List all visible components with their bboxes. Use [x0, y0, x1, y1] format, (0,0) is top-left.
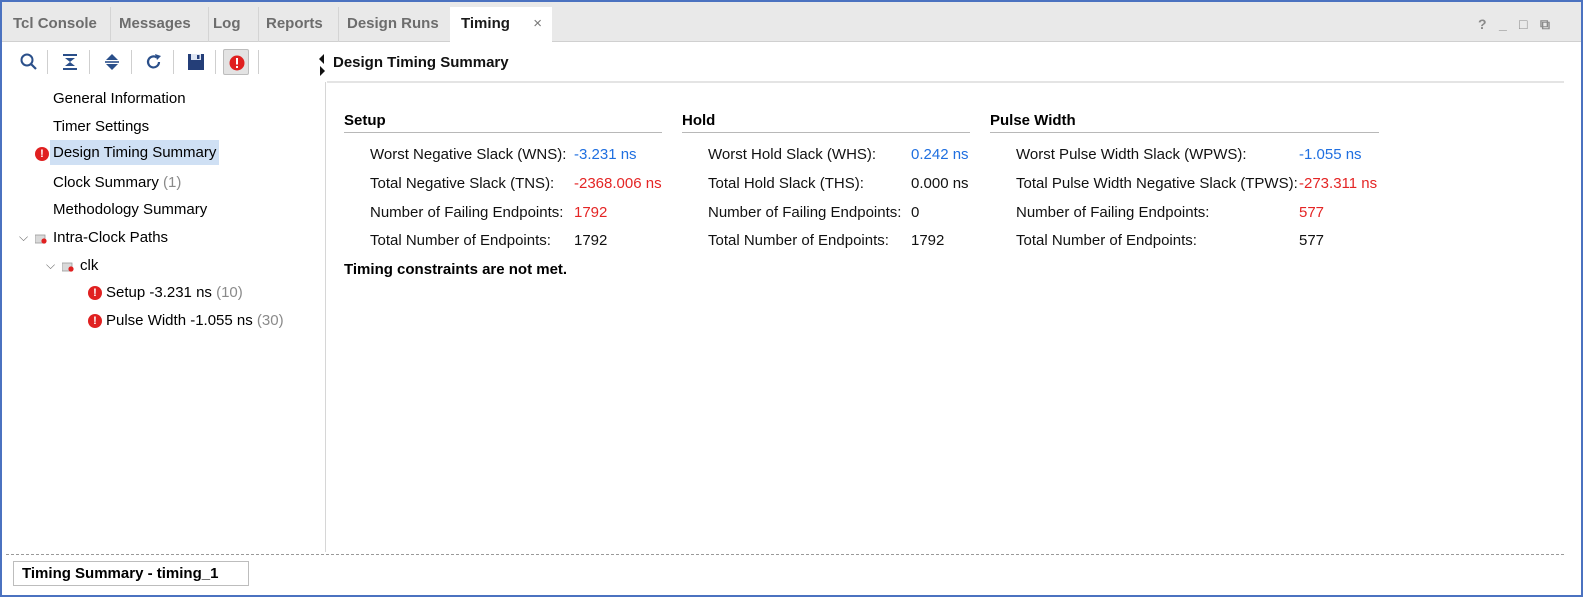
tab-log[interactable]: Log	[202, 7, 259, 42]
setup-total-endpoints-label: Total Number of Endpoints:	[370, 232, 551, 249]
tree-item-label: clk	[80, 257, 99, 274]
tab-label: Tcl Console	[13, 15, 97, 32]
tab-design-runs[interactable]: Design Runs	[336, 7, 452, 42]
divider	[327, 81, 1564, 83]
timing-status-message: Timing constraints are not met.	[344, 261, 568, 278]
tree-item-label: Clock Summary	[53, 174, 159, 191]
tab-label: Reports	[266, 15, 323, 32]
expand-all-icon[interactable]	[99, 49, 125, 75]
pulse-tpws-value: -273.311 ns	[1299, 175, 1378, 192]
setup-wns-value: -3.231 ns	[574, 146, 637, 163]
divider	[682, 132, 970, 133]
tree-item-count: (10)	[216, 284, 243, 301]
chevron-down-icon[interactable]: ⌵	[46, 258, 55, 273]
tab-label: Messages	[119, 15, 191, 32]
maximize-icon[interactable]: □	[1519, 16, 1527, 32]
tree-item-clk[interactable]: clk	[80, 253, 98, 278]
error-icon: !	[35, 147, 49, 161]
pulse-wpws-value: -1.055 ns	[1299, 146, 1362, 163]
tab-label: Timing	[461, 15, 510, 32]
chevron-down-icon[interactable]: ⌵	[19, 230, 28, 245]
tree-item-label: Intra-Clock Paths	[53, 229, 169, 246]
tab-reports[interactable]: Reports	[255, 7, 339, 42]
report-tree: General Information Timer Settings ! Des…	[6, 82, 326, 552]
hold-total-endpoints-value: 1792	[911, 232, 945, 249]
minimize-icon[interactable]: _	[1499, 16, 1507, 32]
pulse-wpws-label: Worst Pulse Width Slack (WPWS):	[1016, 146, 1247, 163]
hold-section-title: Hold	[682, 112, 716, 129]
divider	[6, 554, 1564, 555]
hold-failing-endpoints-value: 0	[911, 204, 920, 221]
help-icon[interactable]: ?	[1478, 16, 1487, 32]
tree-item-label: Setup -3.231 ns	[106, 284, 212, 301]
panel-divider-arrows-icon[interactable]	[318, 52, 326, 78]
tab-tcl-console[interactable]: Tcl Console	[2, 7, 111, 42]
setup-total-endpoints-value: 1792	[574, 232, 608, 249]
timing-window: Tcl Console Messages Log Reports Design …	[0, 0, 1583, 597]
hold-failing-endpoints-label: Number of Failing Endpoints:	[708, 204, 902, 221]
tree-item-clock-summary[interactable]: Clock Summary (1)	[53, 170, 181, 195]
pulse-total-endpoints-value: 577	[1299, 232, 1325, 249]
tab-messages[interactable]: Messages	[108, 7, 209, 42]
setup-tns-label: Total Negative Slack (TNS):	[370, 175, 555, 192]
tree-item-design-timing-summary[interactable]: Design Timing Summary	[50, 140, 220, 165]
tab-label: Log	[213, 15, 241, 32]
pulse-total-endpoints-label: Total Number of Endpoints:	[1016, 232, 1197, 249]
tree-item-label: Methodology Summary	[53, 201, 208, 218]
folder-error-icon	[35, 234, 47, 244]
report-tab-timing-summary[interactable]: Timing Summary - timing_1	[13, 561, 249, 586]
error-icon: !	[88, 286, 102, 300]
setup-wns-label: Worst Negative Slack (WNS):	[370, 146, 567, 163]
panel-title: Design Timing Summary	[333, 54, 509, 71]
tree-item-general-information[interactable]: General Information	[53, 86, 186, 111]
tree-item-timer-settings[interactable]: Timer Settings	[53, 114, 149, 139]
tree-item-pulse-width[interactable]: Pulse Width -1.055 ns (30)	[106, 308, 284, 333]
tree-item-label: Pulse Width -1.055 ns	[106, 312, 253, 329]
tree-item-methodology-summary[interactable]: Methodology Summary	[53, 197, 207, 222]
tab-bar: Tcl Console Messages Log Reports Design …	[2, 2, 1581, 43]
pulse-tpws-label: Total Pulse Width Negative Slack (TPWS):	[1016, 175, 1298, 192]
tab-label: Design Runs	[347, 15, 439, 32]
setup-tns-value: -2368.006 ns	[574, 175, 662, 192]
pulse-failing-endpoints-label: Number of Failing Endpoints:	[1016, 204, 1210, 221]
restore-icon[interactable]: ⧉	[1540, 16, 1550, 33]
close-icon[interactable]: ×	[533, 7, 542, 41]
pulse-failing-endpoints-value: 577	[1299, 204, 1325, 221]
setup-section-title: Setup	[344, 112, 386, 129]
tree-item-setup[interactable]: Setup -3.231 ns (10)	[106, 280, 243, 305]
tree-item-label: Timer Settings	[53, 118, 150, 135]
setup-failing-endpoints-value: 1792	[574, 204, 608, 221]
pulse-width-section-title: Pulse Width	[990, 112, 1076, 129]
toolbar	[6, 46, 326, 78]
tab-timing[interactable]: Timing ×	[450, 7, 552, 43]
error-icon: !	[88, 314, 102, 328]
search-icon[interactable]	[16, 49, 42, 75]
hold-ths-label: Total Hold Slack (THS):	[708, 175, 864, 192]
setup-failing-endpoints-label: Number of Failing Endpoints:	[370, 204, 564, 221]
tree-item-count: (1)	[163, 174, 182, 191]
divider	[344, 132, 662, 133]
tree-item-count: (30)	[256, 312, 284, 329]
refresh-icon[interactable]	[141, 49, 167, 75]
hold-total-endpoints-label: Total Number of Endpoints:	[708, 232, 889, 249]
hold-whs-label: Worst Hold Slack (WHS):	[708, 146, 877, 163]
error-filter-icon[interactable]	[223, 49, 249, 75]
tree-item-label: General Information	[53, 90, 186, 107]
hold-ths-value: 0.000 ns	[911, 175, 969, 192]
divider	[990, 132, 1379, 133]
hold-whs-value: 0.242 ns	[911, 146, 969, 163]
collapse-all-icon[interactable]	[57, 49, 83, 75]
tree-item-intra-clock-paths[interactable]: Intra-Clock Paths	[53, 225, 168, 250]
save-icon[interactable]	[183, 49, 209, 75]
folder-error-icon	[62, 262, 74, 272]
tree-item-label: Design Timing Summary	[53, 144, 217, 161]
